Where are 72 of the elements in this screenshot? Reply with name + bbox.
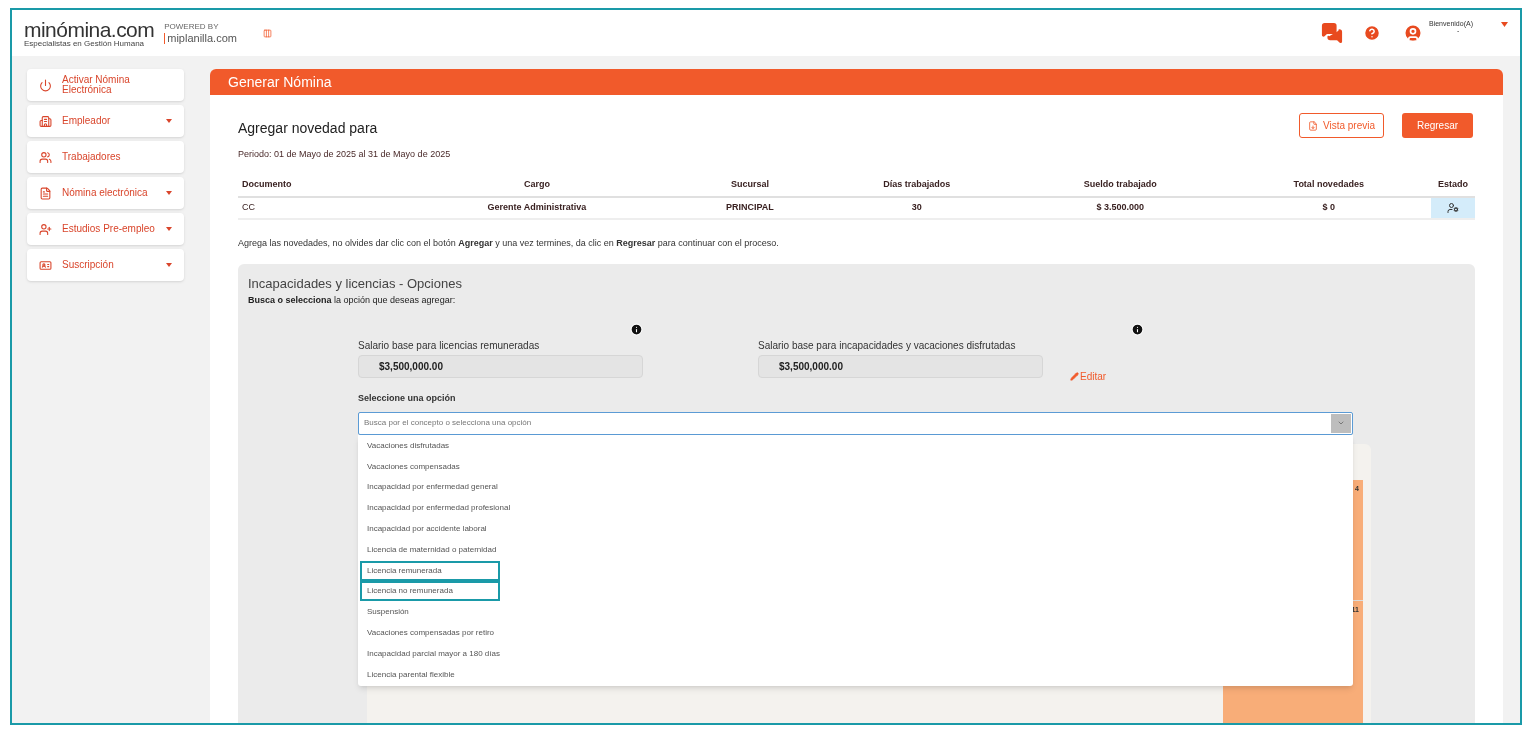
dropdown-option[interactable]: Incapacidad por enfermedad general	[360, 477, 504, 498]
sidebar-item[interactable]: Nómina electrónica	[27, 177, 184, 209]
column-header: Estado	[1431, 174, 1475, 197]
table-cell: Gerente Administrativa	[393, 196, 681, 219]
field-label: Salario base para licencias remuneradas	[358, 339, 541, 353]
dropdown-option[interactable]: Incapacidad por accidente laboral	[360, 519, 500, 540]
options-subtitle: Busca o selecciona la opción que deseas agregar:	[248, 293, 457, 307]
help-icon[interactable]	[1363, 24, 1381, 42]
user-avatar-icon[interactable]	[1403, 23, 1423, 43]
table-cell: PRINCIPAL	[680, 196, 820, 219]
users-icon	[39, 150, 52, 164]
period-text: Periodo: 01 de Mayo de 2025 al 31 de Mayo de 2025	[238, 148, 452, 161]
sidebar-label: Activar Nómina Electrónica	[62, 75, 131, 95]
user-plus-icon	[39, 222, 52, 236]
sidebar-item[interactable]: Activar Nómina Electrónica	[27, 69, 184, 101]
dropdown-option[interactable]: Licencia parental flexible	[360, 664, 500, 685]
panel-header: Generar Nómina	[210, 69, 1503, 95]
column-header: Cargo	[393, 174, 681, 197]
powered-by-label: POWERED BY	[164, 22, 220, 31]
chevron-down-icon	[1337, 419, 1345, 427]
column-header: Total novedades	[1226, 174, 1431, 197]
menu-toggle-icon[interactable]	[262, 28, 272, 38]
table-cell: $ 3.500.000	[1014, 196, 1227, 219]
partner-logo: miplanilla.com	[164, 32, 237, 44]
building-icon	[39, 114, 52, 128]
sidebar-label: Empleador	[62, 116, 112, 126]
sidebar-item[interactable]: Empleador	[27, 105, 184, 137]
table-cell: $ 0	[1226, 196, 1431, 219]
column-header: Sueldo trabajado	[1014, 174, 1227, 197]
sidebar-label: Nómina electrónica	[62, 188, 149, 198]
column-header: Documento	[238, 174, 394, 197]
id-card-icon	[39, 258, 52, 272]
dropdown-option[interactable]: Vacaciones compensadas por retiro	[360, 623, 501, 644]
dropdown-option[interactable]: Incapacidad por enfermedad profesional	[360, 498, 517, 519]
dropdown-option[interactable]: Vacaciones compensadas	[360, 456, 500, 477]
preview-button[interactable]: Vista previa	[1298, 113, 1384, 138]
sidebar-item[interactable]: Estudios Pre-empleo	[27, 213, 184, 245]
dropdown-toggle[interactable]	[1331, 413, 1351, 433]
search-select-field[interactable]: Busca por el concepto o selecciona una opción	[358, 411, 1353, 435]
salary-field: $3,500,000.00	[758, 355, 1043, 378]
user-status-icon[interactable]	[1447, 201, 1459, 214]
power-icon	[39, 78, 52, 92]
dropdown-option[interactable]: Licencia remunerada	[360, 560, 500, 581]
dropdown-option[interactable]: Licencia no remunerada	[360, 581, 500, 602]
logo: minómina.com	[24, 18, 155, 40]
table-cell: 30	[819, 196, 1015, 219]
tagline: Especialistas en Gestión Humana	[24, 39, 146, 48]
info-icon[interactable]	[1131, 323, 1144, 336]
dropdown-option[interactable]: Incapacidad parcial mayor a 180 días	[360, 643, 506, 664]
sidebar-item[interactable]: Suscripción	[27, 249, 184, 281]
info-icon[interactable]	[630, 323, 643, 336]
chat-icon[interactable]	[1321, 22, 1343, 44]
dropdown-option[interactable]: Vacaciones disfrutadas	[360, 435, 500, 456]
column-header: Días trabajados	[819, 174, 1015, 197]
column-header: Sucursal	[680, 174, 820, 197]
select-label: Seleccione una opción	[358, 392, 457, 405]
sidebar-item[interactable]: Trabajadores	[27, 141, 184, 173]
document-icon	[39, 186, 52, 200]
dropdown-option[interactable]: Suspensión	[360, 602, 500, 623]
sidebar-label: Trabajadores	[62, 152, 122, 162]
dropdown-option[interactable]: Licencia de maternidad o paternidad	[360, 539, 503, 560]
salary-field: $3,500,000.00	[358, 355, 643, 378]
field-label: Salario base para incapacidades y vacaciones disfrutadas	[758, 339, 1017, 353]
caret-icon[interactable]	[1501, 22, 1508, 27]
options-title: Incapacidades y licencias - Opciones	[248, 275, 463, 293]
table-cell: CC	[238, 196, 394, 219]
sidebar-label: Suscripción	[62, 260, 115, 270]
instruction-text: Agrega las novedades, no olvides dar clic con el botón Agregar y una vez termines, da clic en Regresar para continuar con el proceso.	[238, 236, 780, 250]
pdf-icon	[1307, 120, 1318, 131]
pencil-icon	[1070, 372, 1079, 381]
section-heading: Agregar novedad para	[238, 119, 379, 138]
sidebar-label: Estudios Pre-empleo	[62, 224, 156, 234]
